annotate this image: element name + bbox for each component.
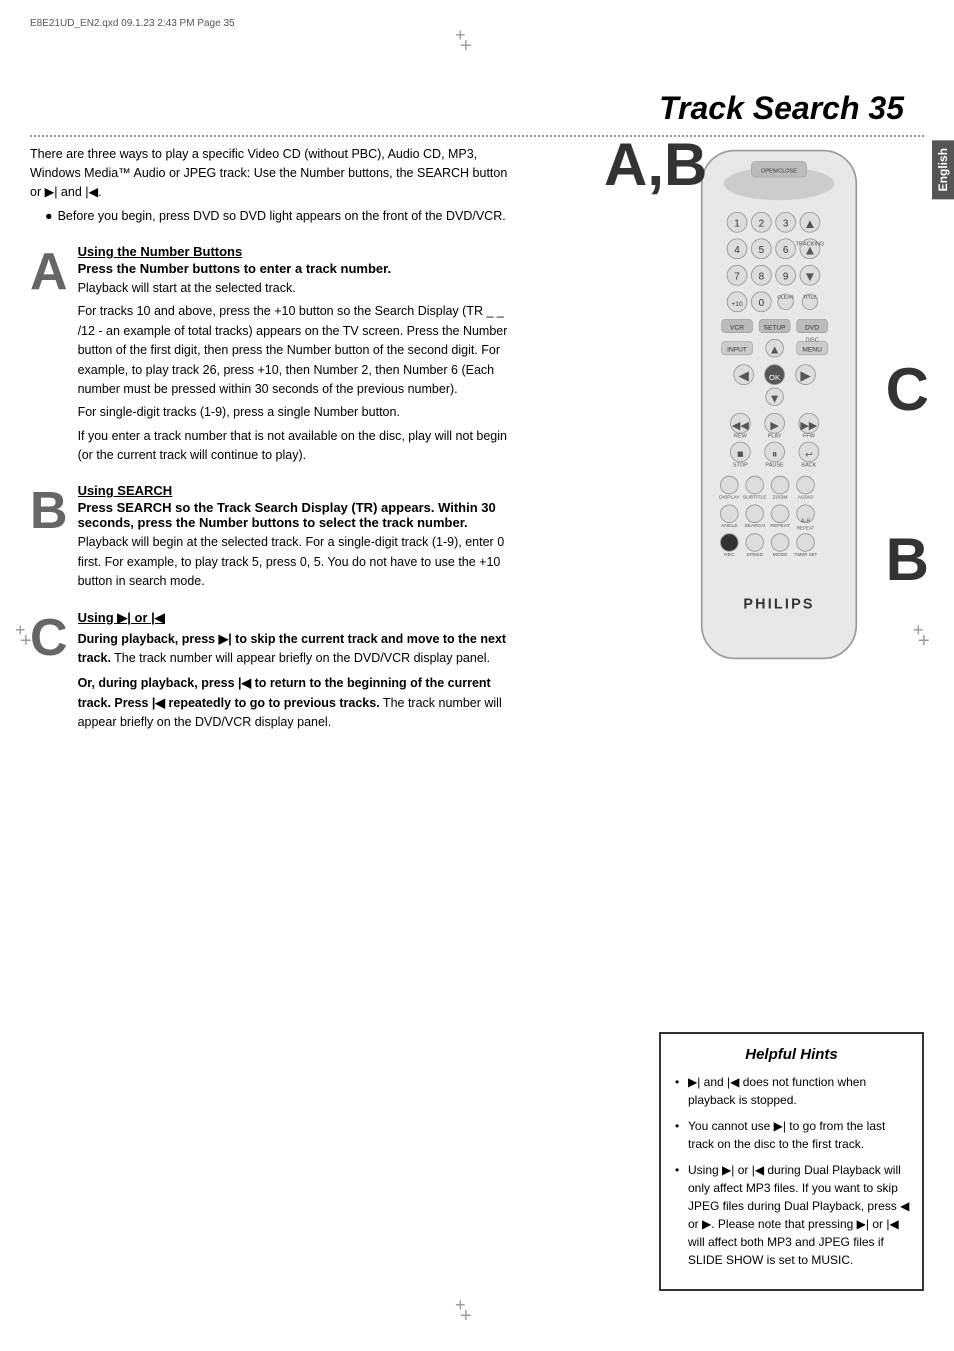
section-c: C Using ▶| or |◀ During playback, press … <box>30 610 520 733</box>
bullet-text: Before you begin, press DVD so DVD light… <box>45 207 535 226</box>
crosshair-top: + <box>460 35 476 51</box>
svg-text:◀◀: ◀◀ <box>732 420 749 432</box>
svg-text:1: 1 <box>734 219 740 230</box>
svg-text:■: ■ <box>737 448 744 460</box>
hint-item-2: You cannot use ▶| to go from the last tr… <box>673 1117 910 1153</box>
section-a: A Using the Number Buttons Press the Num… <box>30 244 520 465</box>
svg-text:BACK: BACK <box>801 462 816 468</box>
svg-text:INPUT: INPUT <box>727 346 747 353</box>
svg-text:PAUSE: PAUSE <box>765 462 784 468</box>
right-column: A,B OPEN/CLOSE 1 2 3 ▲ <box>644 145 924 678</box>
section-a-letter: A <box>30 246 68 298</box>
svg-text:OPEN/CLOSE: OPEN/CLOSE <box>761 169 797 175</box>
svg-text:REPEAT: REPEAT <box>797 525 815 530</box>
svg-text:▼: ▼ <box>769 391 781 405</box>
section-b-text1: Playback will begin at the selected trac… <box>78 533 520 591</box>
remote-illustration: OPEN/CLOSE 1 2 3 ▲ 4 5 6 ▲ TRACKING <box>664 145 894 675</box>
section-a-text1: Playback will start at the selected trac… <box>78 279 520 298</box>
svg-text:▼: ▼ <box>803 269 816 284</box>
overlay-label-ab: A,B <box>604 130 707 199</box>
svg-text:◀: ◀ <box>739 368 749 383</box>
svg-text:DISPLAY: DISPLAY <box>719 494 740 500</box>
section-a-subheading: Press the Number buttons to enter a trac… <box>78 261 520 276</box>
svg-text:6: 6 <box>783 245 789 256</box>
svg-text:4: 4 <box>734 245 740 256</box>
svg-text:PHILIPS: PHILIPS <box>743 597 814 613</box>
overlay-label-c: C <box>886 355 929 424</box>
svg-text:2: 2 <box>759 219 765 230</box>
svg-text:▶▶: ▶▶ <box>800 420 817 432</box>
svg-text:▲: ▲ <box>803 216 816 231</box>
svg-text:8: 8 <box>759 272 765 283</box>
hints-list: ▶| and |◀ does not function when playbac… <box>673 1073 910 1269</box>
svg-text:7: 7 <box>734 272 740 283</box>
svg-text:SEARCH: SEARCH <box>744 523 765 529</box>
section-a-content: Using the Number Buttons Press the Numbe… <box>78 244 520 465</box>
section-c-content: Using ▶| or |◀ During playback, press ▶|… <box>78 610 520 733</box>
svg-text:MENU: MENU <box>802 346 822 353</box>
crosshair-right: + <box>918 630 934 646</box>
svg-text:TITLE: TITLE <box>803 294 817 300</box>
hints-box: Helpful Hints ▶| and |◀ does not functio… <box>659 1032 924 1291</box>
svg-text:⏸: ⏸ <box>772 448 778 460</box>
section-c-para1-normal: The track number will appear briefly on … <box>111 651 490 665</box>
hint-item-3: Using ▶| or |◀ during Dual Playback will… <box>673 1161 910 1269</box>
svg-text:VCR: VCR <box>730 324 744 331</box>
svg-text:SPEED: SPEED <box>746 552 763 558</box>
intro-text: There are three ways to play a specific … <box>30 145 520 201</box>
svg-text:OK: OK <box>769 373 781 382</box>
svg-text:3: 3 <box>783 219 789 230</box>
svg-text:+10: +10 <box>731 301 743 308</box>
crosshair-bottom: + <box>460 1305 476 1321</box>
svg-text:MODE: MODE <box>773 552 789 558</box>
svg-text:REC: REC <box>724 552 735 558</box>
section-a-text3: For single-digit tracks (1-9), press a s… <box>78 403 520 422</box>
svg-text:TIMER SET: TIMER SET <box>794 552 818 557</box>
svg-text:CLEAR: CLEAR <box>777 294 794 300</box>
section-c-heading: Using ▶| or |◀ <box>78 610 520 626</box>
svg-text:A-B: A-B <box>801 519 811 525</box>
svg-text:REW: REW <box>734 434 748 440</box>
section-c-para1: During playback, press ▶| to skip the cu… <box>78 630 520 669</box>
page-container: E8E21UD_EN2.qxd 09.1.23 2:43 PM Page 35 … <box>0 0 954 1351</box>
section-b-subheading: Press SEARCH so the Track Search Display… <box>78 500 520 530</box>
svg-text:▶: ▶ <box>770 420 779 432</box>
dotted-separator <box>30 135 924 137</box>
section-b-letter: B <box>30 485 68 537</box>
section-b: B Using SEARCH Press SEARCH so the Track… <box>30 483 520 591</box>
svg-text:ZOOM: ZOOM <box>773 494 788 500</box>
hints-title: Helpful Hints <box>673 1046 910 1063</box>
svg-text:SETUP: SETUP <box>764 324 787 331</box>
page-title: Track Search 35 <box>659 90 904 127</box>
svg-text:9: 9 <box>783 272 789 283</box>
svg-text:↩: ↩ <box>805 449 813 459</box>
svg-text:0: 0 <box>759 298 765 309</box>
svg-text:TRACKING: TRACKING <box>796 241 824 247</box>
english-tab: English <box>932 140 954 199</box>
svg-text:REPEAT: REPEAT <box>770 523 789 529</box>
section-a-text4: If you enter a track number that is not … <box>78 427 520 466</box>
section-a-text2: For tracks 10 and above, press the +10 b… <box>78 302 520 399</box>
section-a-heading: Using the Number Buttons <box>78 244 520 259</box>
overlay-label-b: B <box>886 525 929 594</box>
svg-text:ANGLE: ANGLE <box>721 523 738 529</box>
svg-text:▲: ▲ <box>769 343 781 357</box>
svg-text:DVD: DVD <box>805 324 819 331</box>
file-header: E8E21UD_EN2.qxd 09.1.23 2:43 PM Page 35 <box>30 18 235 29</box>
svg-text:PLAY: PLAY <box>768 434 782 440</box>
hint-item-1: ▶| and |◀ does not function when playbac… <box>673 1073 910 1109</box>
svg-text:FFW: FFW <box>803 434 816 440</box>
svg-text:STOP: STOP <box>733 462 748 468</box>
crosshair-left: + <box>20 630 36 646</box>
svg-text:AUDIO: AUDIO <box>798 494 814 500</box>
svg-text:SUBTITLE: SUBTITLE <box>743 494 767 500</box>
svg-text:5: 5 <box>759 245 765 256</box>
section-c-para2: Or, during playback, press |◀ to return … <box>78 674 520 732</box>
section-b-content: Using SEARCH Press SEARCH so the Track S… <box>78 483 520 591</box>
svg-text:▶: ▶ <box>800 368 810 383</box>
section-b-heading: Using SEARCH <box>78 483 520 498</box>
